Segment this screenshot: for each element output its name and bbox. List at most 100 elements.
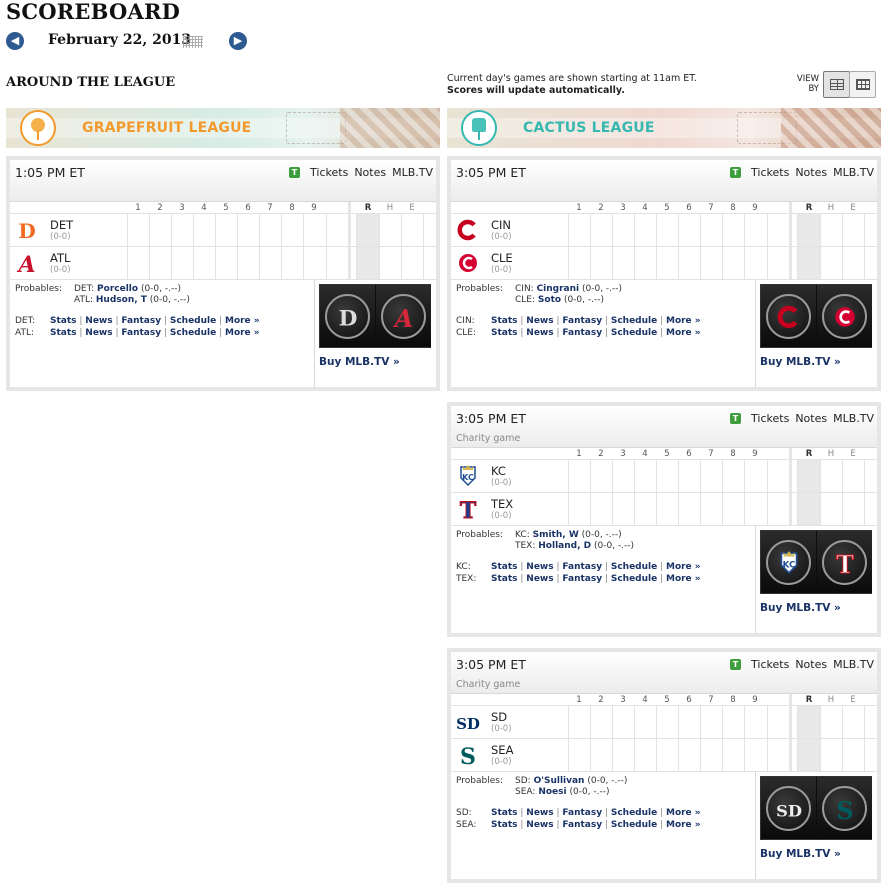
team-abbr[interactable]: ATL [50,251,70,265]
team-link[interactable]: More » [225,328,260,338]
notes-link[interactable]: Notes [795,658,827,671]
tickets-link[interactable]: Tickets [751,658,789,671]
team-record: (0-0) [50,232,71,242]
inning-header: 3 [179,203,185,213]
team-link[interactable]: Fantasy [562,808,602,818]
team-link[interactable]: News [526,808,553,818]
grapefruit-league-name: GRAPEFRUIT LEAGUE [82,120,252,136]
team-link[interactable]: Stats [491,574,518,584]
probable-team-label: CLE: [515,295,536,305]
team-link[interactable]: Schedule [611,316,657,326]
game-info: Probables: SD: O'Sullivan (0-0, -.--) SEA:… [451,772,755,879]
team-link[interactable]: Schedule [611,328,657,338]
mlbtv-link[interactable]: MLB.TV [833,166,874,179]
team-link[interactable]: More » [666,562,701,572]
team-link[interactable]: Fantasy [562,574,602,584]
team-link[interactable]: Stats [50,328,77,338]
pitcher-name-link[interactable]: Smith, W [533,530,579,540]
notes-link[interactable]: Notes [795,166,827,179]
buy-mlbtv-link[interactable]: Buy MLB.TV » [760,356,841,368]
notes-link[interactable]: Notes [354,166,386,179]
team-row: CIN (0-0) [451,214,877,247]
team-link[interactable]: News [526,820,553,830]
team-abbr[interactable]: TEX [491,497,513,511]
team-link[interactable]: More » [666,328,701,338]
team-record: (0-0) [491,724,512,734]
mlbtv-thumbnail[interactable]: KC T [760,530,872,594]
svg-text:SD: SD [456,715,480,733]
team-link[interactable]: More » [666,574,701,584]
team-abbr[interactable]: SD [491,710,507,724]
team-link[interactable]: News [526,574,553,584]
mlbtv-thumbnail[interactable]: DA [319,284,431,348]
svg-text:KC: KC [783,560,796,570]
game-card: 3:05 PM ET Charity game T Tickets Notes MLB.T… [447,648,881,883]
mlbtv-link[interactable]: MLB.TV [392,166,433,179]
view-grid-button[interactable] [849,71,876,98]
buy-mlbtv-link[interactable]: Buy MLB.TV » [319,356,400,368]
team-abbr[interactable]: KC [491,464,506,478]
mlbtv-link[interactable]: MLB.TV [833,412,874,425]
team-link[interactable]: Fantasy [562,562,602,572]
team-link[interactable]: News [85,328,112,338]
pitcher-record: (0-0, -.--) [587,776,628,786]
probable-pitcher: CLE: Soto (0-0, -.--) [515,295,604,306]
team-link[interactable]: Schedule [611,574,657,584]
pitcher-name-link[interactable]: O'Sullivan [534,776,585,786]
team-link[interactable]: More » [666,820,701,830]
pitcher-name-link[interactable]: Cingrani [537,284,580,294]
pitcher-name-link[interactable]: Holland, D [538,541,591,551]
team-abbr[interactable]: SEA [491,743,513,757]
mlbtv-thumbnail[interactable] [760,284,872,348]
notes-link[interactable]: Notes [795,412,827,425]
team-link[interactable]: News [85,316,112,326]
team-link[interactable]: Fantasy [121,328,161,338]
mlbtv-link[interactable]: MLB.TV [833,658,874,671]
previous-day-button[interactable]: ◀ [6,32,24,50]
team-link[interactable]: More » [225,316,260,326]
team-link[interactable]: Stats [491,820,518,830]
inning-header: 3 [620,449,626,459]
mlbtv-panel: SD S Buy MLB.TV » [755,772,877,879]
team-link[interactable]: Stats [491,316,518,326]
tickets-link[interactable]: Tickets [310,166,348,179]
team-abbr[interactable]: CLE [491,251,513,265]
team-link[interactable]: Schedule [611,562,657,572]
pitcher-record: (0-0, -.--) [149,295,190,305]
team-link[interactable]: News [526,316,553,326]
team-link[interactable]: Stats [491,328,518,338]
inning-header: 9 [752,695,758,705]
team-link[interactable]: Fantasy [562,328,602,338]
tickets-link[interactable]: Tickets [751,412,789,425]
team-link[interactable]: Stats [491,562,518,572]
pitcher-name-link[interactable]: Soto [538,295,561,305]
team-link[interactable]: Fantasy [562,820,602,830]
team-link[interactable]: Schedule [611,808,657,818]
team-link[interactable]: News [526,328,553,338]
team-link[interactable]: More » [666,808,701,818]
inning-header: 3 [620,695,626,705]
pitcher-name-link[interactable]: Hudson, T [96,295,147,305]
team-link[interactable]: News [526,562,553,572]
team-link[interactable]: Stats [50,316,77,326]
team-abbr[interactable]: CIN [491,218,511,232]
team-row: KC KC (0-0) [451,460,877,493]
mlbtv-thumbnail[interactable]: SD S [760,776,872,840]
team-link[interactable]: Fantasy [562,316,602,326]
pitcher-name-link[interactable]: Porcello [97,284,138,294]
team-abbr[interactable]: DET [50,218,73,232]
tickets-link[interactable]: Tickets [751,166,789,179]
view-list-button[interactable] [823,71,850,98]
team-link[interactable]: Stats [491,808,518,818]
next-day-button[interactable]: ▶ [229,32,247,50]
buy-mlbtv-link[interactable]: Buy MLB.TV » [760,602,841,614]
team-link[interactable]: Fantasy [121,316,161,326]
calendar-icon[interactable] [183,36,203,48]
mlbtv-panel: Buy MLB.TV » [755,280,877,387]
team-link[interactable]: More » [666,316,701,326]
team-link[interactable]: Schedule [170,316,216,326]
team-link[interactable]: Schedule [170,328,216,338]
pitcher-name-link[interactable]: Noesi [538,787,566,797]
team-link[interactable]: Schedule [611,820,657,830]
buy-mlbtv-link[interactable]: Buy MLB.TV » [760,848,841,860]
